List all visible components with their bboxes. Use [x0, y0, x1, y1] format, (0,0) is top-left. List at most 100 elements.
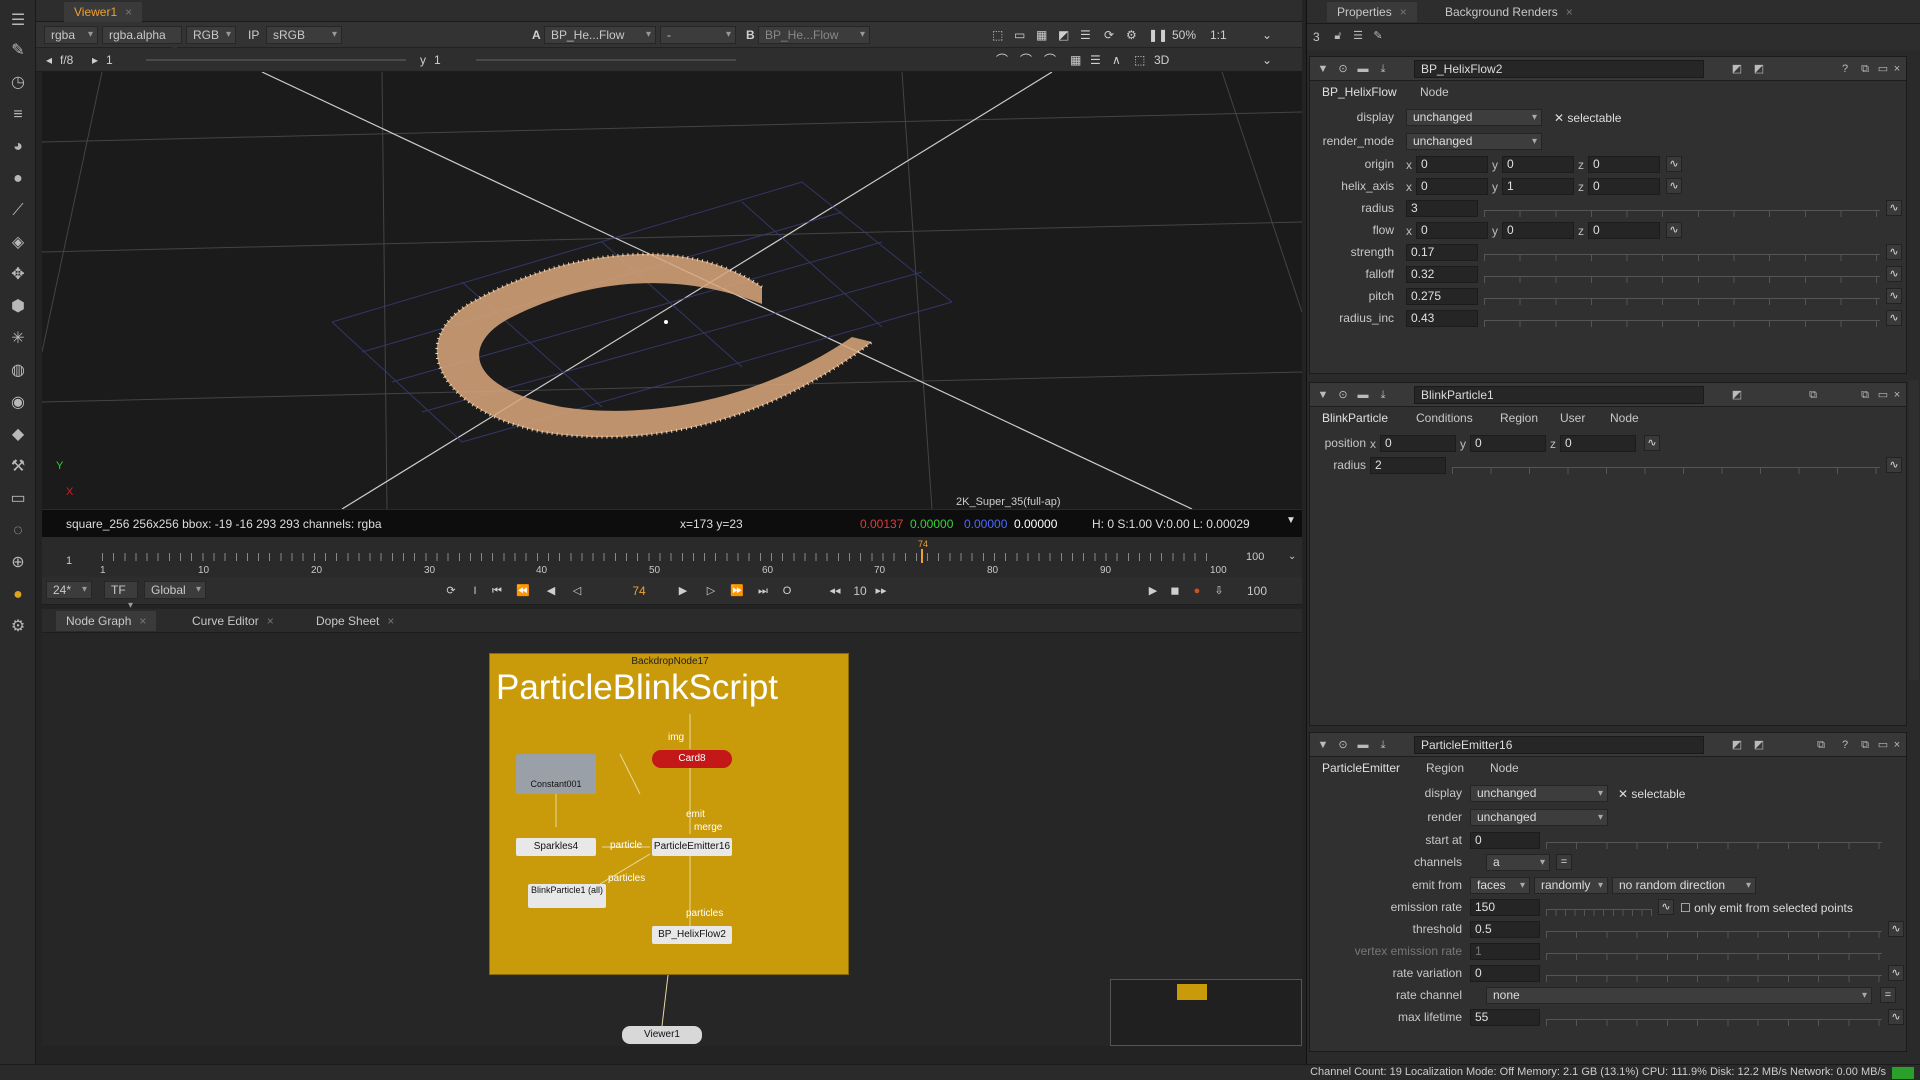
channels-dropdown[interactable]: a: [1486, 854, 1550, 871]
vertex-rate-slider[interactable]: [1546, 950, 1882, 960]
radius-slider[interactable]: [1452, 464, 1880, 474]
only-emit-checkbox[interactable]: ☐ only emit from selected points: [1680, 901, 1853, 915]
time-icon[interactable]: ◷: [7, 72, 29, 94]
wipe-icon[interactable]: ⌒: [1020, 51, 1032, 69]
flow-x-field[interactable]: 0: [1416, 222, 1488, 239]
filter-icon[interactable]: ●: [7, 168, 29, 190]
rate-variation-field[interactable]: 0: [1470, 965, 1540, 982]
last-frame-button[interactable]: ⏭: [754, 582, 772, 600]
animation-curve-icon[interactable]: ∿: [1644, 435, 1660, 451]
render-dropdown[interactable]: unchanged: [1470, 809, 1608, 826]
next-frame-button[interactable]: ▷: [702, 582, 720, 600]
transform-icon[interactable]: ✥: [7, 264, 29, 286]
max-panels-field[interactable]: 3: [1313, 30, 1320, 44]
node-icon[interactable]: ▬: [1356, 62, 1370, 76]
merge-icon[interactable]: ◈: [7, 232, 29, 254]
animation-curve-icon[interactable]: ∿: [1666, 156, 1682, 172]
redo-icon[interactable]: ◩: [1752, 62, 1766, 76]
collapse-icon[interactable]: ▼: [1316, 738, 1330, 752]
float-icon[interactable]: ✎: [1371, 29, 1385, 43]
tab-properties[interactable]: Properties ×: [1327, 2, 1417, 22]
end-frame-field[interactable]: 100: [1242, 582, 1272, 600]
tab-node[interactable]: Node: [1610, 411, 1639, 425]
plugin-icon[interactable]: ●: [7, 584, 29, 606]
close-icon[interactable]: ×: [1890, 62, 1904, 76]
loop-button[interactable]: ⟳: [442, 582, 460, 600]
flipbook-icon[interactable]: ▶: [1144, 582, 1162, 600]
tab-node-graph[interactable]: Node Graph ×: [56, 611, 157, 631]
selectable-checkbox[interactable]: ✕ selectable: [1554, 111, 1621, 125]
animation-curve-icon[interactable]: ∿: [1886, 288, 1902, 304]
help-icon[interactable]: ?: [1838, 62, 1852, 76]
color-picker-icon[interactable]: ⤓: [1376, 388, 1390, 402]
channels-dropdown[interactable]: rgba: [44, 26, 98, 44]
close-icon[interactable]: ×: [1400, 5, 1407, 19]
direction-dropdown[interactable]: no random direction: [1612, 877, 1756, 894]
channels-menu-icon[interactable]: =: [1556, 854, 1572, 870]
close-icon[interactable]: ×: [387, 614, 394, 628]
max-lifetime-field[interactable]: 55: [1470, 1009, 1540, 1026]
stereo-icon[interactable]: ⌒: [1044, 51, 1056, 69]
out-point-button[interactable]: O: [778, 582, 796, 600]
play-forward-button[interactable]: ▶: [674, 582, 692, 600]
furnace-icon[interactable]: ◌: [7, 520, 29, 542]
metadata-icon[interactable]: ◆: [7, 424, 29, 446]
color-icon[interactable]: ◕: [7, 136, 29, 158]
gamma-slider[interactable]: [476, 59, 736, 61]
collapse-icon[interactable]: ▼: [1316, 388, 1330, 402]
viewer-toggle-icon[interactable]: ⊙: [1336, 388, 1350, 402]
clip-icon[interactable]: ◩: [1058, 26, 1069, 44]
emit-from-dropdown[interactable]: faces: [1470, 877, 1530, 894]
tf-dropdown[interactable]: TF: [104, 581, 138, 614]
safe-area-icon[interactable]: ▭: [1014, 26, 1025, 44]
viewer-toggle-icon[interactable]: ⊙: [1336, 62, 1350, 76]
flow-y-field[interactable]: 0: [1502, 222, 1574, 239]
flow-z-field[interactable]: 0: [1588, 222, 1660, 239]
radius-field[interactable]: 2: [1370, 457, 1446, 474]
refresh-icon[interactable]: ⟳: [1104, 26, 1114, 44]
tab-node[interactable]: Node: [1420, 85, 1449, 99]
fstop-left-icon[interactable]: ◂: [46, 51, 52, 69]
3d-viewport[interactable]: Y X 2K_Super_35(full-ap): [42, 72, 1302, 509]
undo-icon[interactable]: ◩: [1730, 388, 1744, 402]
tab-curve-editor[interactable]: Curve Editor ×: [182, 611, 284, 631]
node-icon[interactable]: ▬: [1356, 738, 1370, 752]
other-icon[interactable]: ▭: [7, 488, 29, 510]
curve-view-icon[interactable]: ∧: [1112, 51, 1121, 69]
float-panel-icon[interactable]: ⧉: [1858, 738, 1872, 752]
collapse-icon[interactable]: ▼: [1316, 62, 1330, 76]
animation-curve-icon[interactable]: ∿: [1886, 266, 1902, 282]
info-expand-icon[interactable]: ▼: [1286, 515, 1296, 526]
in-point-button[interactable]: I: [466, 582, 484, 600]
step-back-button[interactable]: ◂◂: [826, 582, 844, 600]
close-icon[interactable]: ×: [1566, 5, 1573, 19]
node-name-field[interactable]: ParticleEmitter16: [1414, 736, 1704, 754]
strength-field[interactable]: 0.17: [1406, 244, 1478, 261]
radius-inc-slider[interactable]: [1484, 317, 1880, 327]
close-icon[interactable]: ×: [139, 614, 146, 628]
origin-z-field[interactable]: 0: [1588, 156, 1660, 173]
float-panel-icon[interactable]: ⧉: [1814, 738, 1828, 752]
node-name-field[interactable]: BP_HelixFlow2: [1414, 60, 1704, 78]
strength-slider[interactable]: [1484, 251, 1880, 261]
emission-rate-field[interactable]: 150: [1470, 899, 1540, 916]
help-icon[interactable]: ?: [1838, 738, 1852, 752]
ocula-icon[interactable]: ⊕: [7, 552, 29, 574]
draw-icon[interactable]: ✎: [7, 40, 29, 62]
selectable-checkbox[interactable]: ✕ selectable: [1618, 787, 1685, 801]
input-a-dropdown[interactable]: BP_He...Flow: [544, 26, 656, 44]
start-at-slider[interactable]: [1546, 839, 1882, 849]
gain-slider[interactable]: [146, 59, 406, 61]
threshold-slider[interactable]: [1546, 928, 1882, 938]
threshold-field[interactable]: 0.5: [1470, 921, 1540, 938]
animation-curve-icon[interactable]: ∿: [1886, 457, 1902, 473]
display-dropdown[interactable]: unchanged: [1470, 785, 1608, 802]
start-at-field[interactable]: 0: [1470, 832, 1540, 849]
proxy-icon[interactable]: ⚙: [1126, 26, 1137, 44]
pitch-slider[interactable]: [1484, 295, 1880, 305]
origin-y-field[interactable]: 0: [1502, 156, 1574, 173]
node-graph-minimap[interactable]: [1110, 979, 1302, 1046]
helix-axis-z-field[interactable]: 0: [1588, 178, 1660, 195]
animation-curve-icon[interactable]: ∿: [1888, 1009, 1904, 1025]
color-picker-icon[interactable]: ⤓: [1376, 738, 1390, 752]
